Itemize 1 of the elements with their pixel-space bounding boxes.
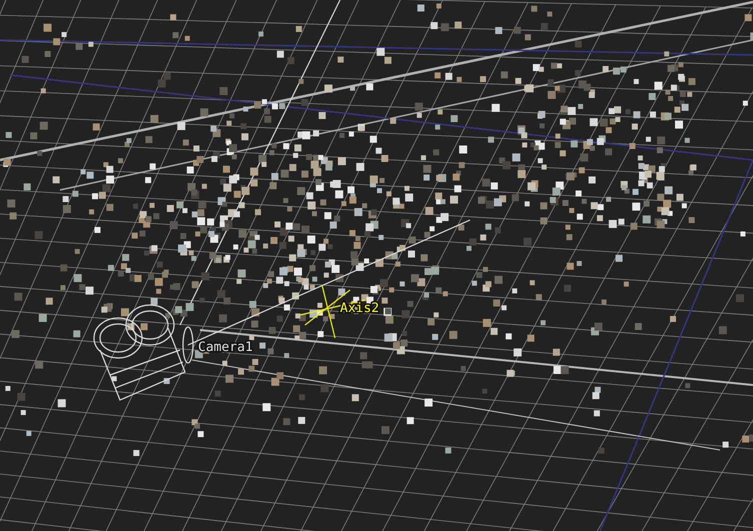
camera-label: Camera1 xyxy=(198,340,253,355)
